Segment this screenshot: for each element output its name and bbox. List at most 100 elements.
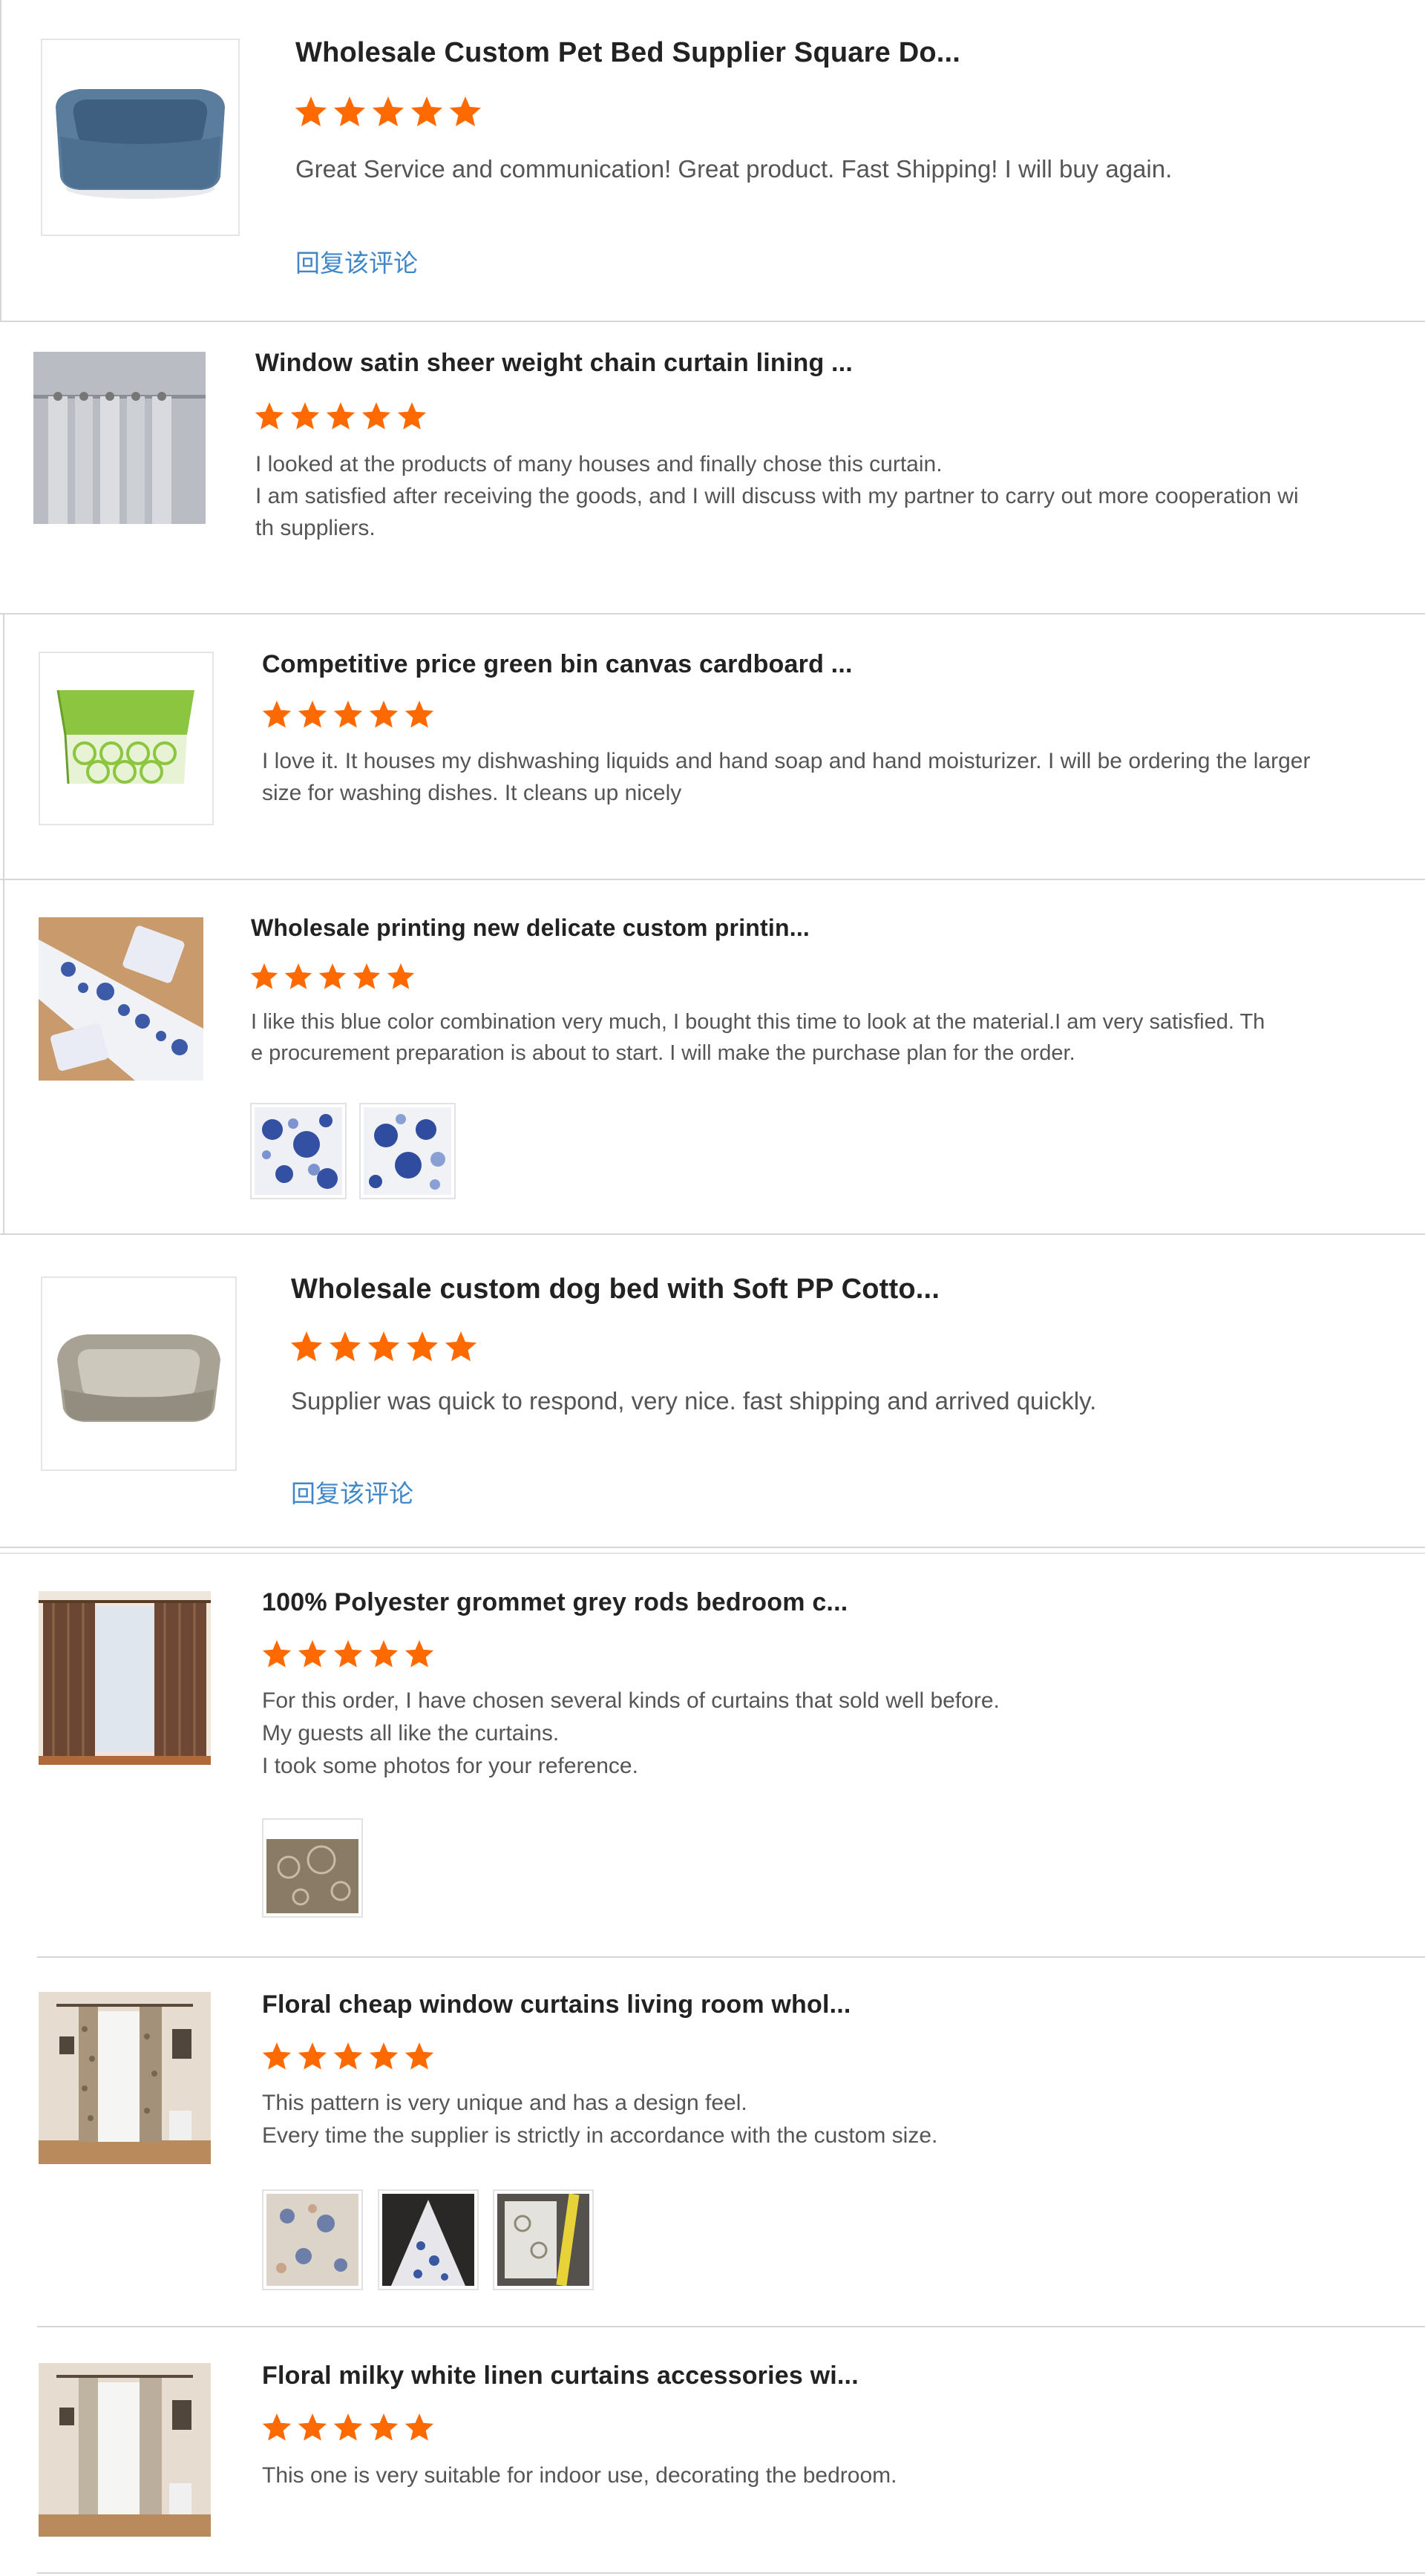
star-icon: [397, 402, 427, 430]
review-card: Window satin sheer weight chain curtain …: [0, 322, 1425, 613]
star-icon: [262, 1640, 292, 1668]
star-icon: [387, 963, 415, 989]
review-card: Floral milky white linen curtains access…: [0, 2327, 1425, 2575]
review-card: 100% Polyester grommet grey rods bedroom…: [0, 1556, 1425, 1956]
brown-curtain-image: [39, 1591, 211, 1765]
review-line: For this order, I have chosen several ki…: [262, 1688, 1000, 1713]
star-icon: [262, 2042, 292, 2070]
star-rating: [261, 2042, 435, 2072]
review-line: I like this blue color combination very …: [251, 1010, 1265, 1034]
blue-square-pet-bed-image: [42, 40, 238, 235]
review-line: My guests all like the curtains.: [262, 1721, 560, 1746]
review-text: Great Service and communication! Great p…: [295, 151, 1172, 187]
star-icon: [329, 1331, 361, 1362]
star-icon: [372, 96, 404, 127]
product-title[interactable]: Wholesale Custom Pet Bed Supplier Square…: [295, 37, 960, 69]
divider: [3, 614, 4, 879]
review-photo[interactable]: [250, 1103, 347, 1199]
review-text: I like this blue color combination very …: [251, 1006, 1265, 1069]
star-icon: [361, 402, 391, 430]
review-line: I looked at the products of many houses …: [255, 452, 943, 476]
product-thumbnail[interactable]: [33, 352, 206, 524]
star-rating: [254, 402, 428, 432]
grey-curtain-image: [33, 352, 206, 524]
star-icon: [369, 2042, 399, 2070]
product-title[interactable]: Floral cheap window curtains living room…: [262, 1990, 851, 2019]
review-line: I am satisfied after receiving the goods…: [255, 484, 1299, 508]
floral-curtain-room-image: [39, 1992, 211, 2164]
star-icon: [295, 96, 327, 127]
star-icon: [262, 2413, 292, 2441]
blue-floral-fabric-photo: [255, 1107, 342, 1195]
measured-fabric-photo: [382, 2194, 474, 2286]
review-line: Great Service and communication! Great p…: [295, 155, 1173, 183]
review-text: This one is very suitable for indoor use…: [262, 2459, 897, 2492]
product-thumbnail[interactable]: [39, 917, 203, 1081]
star-icon: [255, 402, 284, 430]
review-photo[interactable]: [262, 2189, 363, 2290]
product-thumbnail[interactable]: [39, 1591, 211, 1765]
star-icon: [369, 1640, 399, 1668]
review-photo[interactable]: [359, 1103, 456, 1199]
star-icon: [449, 96, 482, 127]
star-icon: [369, 2413, 399, 2441]
floral-fabric-photo: [266, 2194, 358, 2286]
review-photo[interactable]: [378, 2189, 479, 2290]
star-icon: [290, 402, 320, 430]
star-icon: [333, 2413, 363, 2441]
star-icon: [333, 96, 366, 127]
product-thumbnail[interactable]: [39, 2363, 211, 2537]
product-title[interactable]: Competitive price green bin canvas cardb…: [262, 650, 853, 679]
star-icon: [290, 1331, 323, 1362]
star-icon: [445, 1331, 477, 1362]
reply-link[interactable]: 回复该评论: [295, 243, 418, 279]
star-icon: [406, 1331, 439, 1362]
product-thumbnail[interactable]: [41, 1276, 237, 1471]
divider: [37, 2572, 1425, 2574]
review-card: Wholesale printing new delicate custom p…: [0, 880, 1425, 1233]
divider: [0, 0, 1, 321]
star-icon: [284, 963, 312, 989]
product-title[interactable]: Floral milky white linen curtains access…: [262, 2362, 859, 2390]
product-title[interactable]: Window satin sheer weight chain curtain …: [255, 349, 853, 378]
star-icon: [298, 2413, 327, 2441]
review-photo[interactable]: [262, 1818, 363, 1918]
star-rating: [261, 2413, 435, 2443]
review-line: I took some photos for your reference.: [262, 1754, 638, 1778]
product-title[interactable]: Wholesale custom dog bed with Soft PP Co…: [291, 1274, 940, 1305]
review-card: Wholesale Custom Pet Bed Supplier Square…: [0, 0, 1425, 321]
review-line: e procurement preparation is about to st…: [251, 1041, 1075, 1065]
star-icon: [369, 701, 399, 728]
review-line: This one is very suitable for indoor use…: [262, 2463, 897, 2488]
beige-dog-bed-image: [42, 1278, 235, 1469]
product-thumbnail[interactable]: [39, 1992, 211, 2164]
product-thumbnail[interactable]: [39, 652, 214, 825]
star-icon: [298, 2042, 327, 2070]
product-thumbnail[interactable]: [41, 39, 240, 236]
review-line: th suppliers.: [255, 516, 376, 540]
star-icon: [353, 963, 381, 989]
product-title[interactable]: Wholesale printing new delicate custom p…: [251, 914, 810, 942]
review-card: Competitive price green bin canvas cardb…: [0, 614, 1425, 879]
circle-pattern-fabric-photo: [266, 1823, 358, 1913]
star-icon: [404, 2413, 434, 2441]
review-card: Wholesale custom dog bed with Soft PP Co…: [0, 1235, 1425, 1547]
divider: [3, 880, 4, 1233]
review-line: This pattern is very unique and has a de…: [262, 2091, 747, 2115]
star-icon: [318, 963, 347, 989]
star-icon: [404, 2042, 434, 2070]
tape-measure-fabric-photo: [497, 2193, 589, 2287]
review-card: Floral cheap window curtains living room…: [0, 1958, 1425, 2326]
review-text: This pattern is very unique and has a de…: [262, 2087, 937, 2152]
star-rating: [294, 96, 482, 129]
star-rating: [261, 701, 435, 730]
product-title[interactable]: 100% Polyester grommet grey rods bedroom…: [262, 1588, 848, 1617]
reply-link[interactable]: 回复该评论: [291, 1474, 413, 1510]
divider: [0, 1553, 1425, 1554]
star-icon: [367, 1331, 400, 1362]
blue-floral-table-runner-image: [39, 917, 203, 1081]
review-line: Supplier was quick to respond, very nice…: [291, 1387, 1097, 1415]
review-photo[interactable]: [493, 2189, 594, 2290]
review-text: Supplier was quick to respond, very nice…: [291, 1383, 1096, 1419]
star-rating: [289, 1331, 478, 1364]
